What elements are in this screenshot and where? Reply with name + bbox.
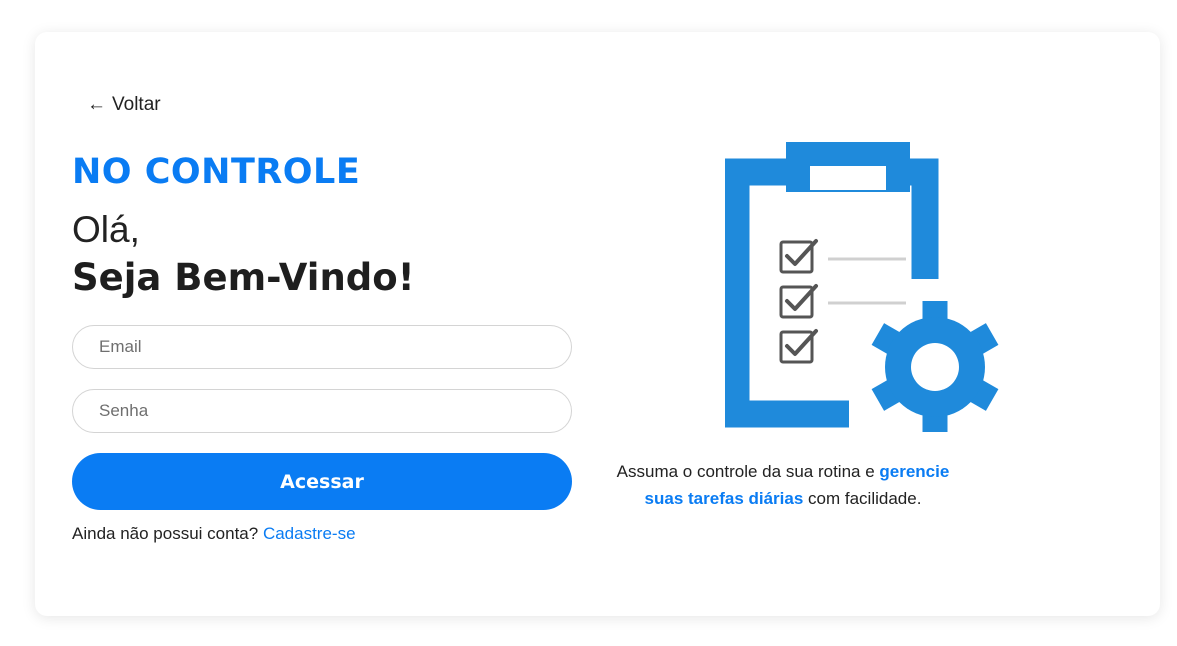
signup-prompt: Ainda não possui conta? Cadastre-se (72, 524, 356, 544)
greeting-line: Olá, (72, 209, 140, 250)
login-panel: ← Voltar NO CONTROLE Olá, Seja Bem-Vindo… (72, 32, 572, 616)
password-field[interactable] (72, 389, 572, 433)
email-field[interactable] (72, 325, 572, 369)
login-card: ← Voltar NO CONTROLE Olá, Seja Bem-Vindo… (35, 32, 1160, 616)
back-link[interactable]: ← Voltar (87, 94, 161, 116)
tagline-text: Assuma o controle da sua rotina e (616, 462, 880, 481)
brand-title: NO CONTROLE (72, 152, 361, 192)
welcome-heading: Seja Bem-Vindo! (72, 256, 415, 299)
clipboard-checklist-gear-icon (725, 142, 999, 432)
signup-link[interactable]: Cadastre-se (263, 524, 356, 543)
signup-text: Ainda não possui conta? (72, 524, 259, 543)
login-button[interactable]: Acessar (72, 453, 572, 510)
arrow-left-icon: ← (87, 94, 106, 115)
tagline: Assuma o controle da sua rotina e gerenc… (603, 458, 963, 512)
back-label: Voltar (112, 94, 161, 115)
tagline-text-end: com facilidade. (803, 489, 922, 508)
